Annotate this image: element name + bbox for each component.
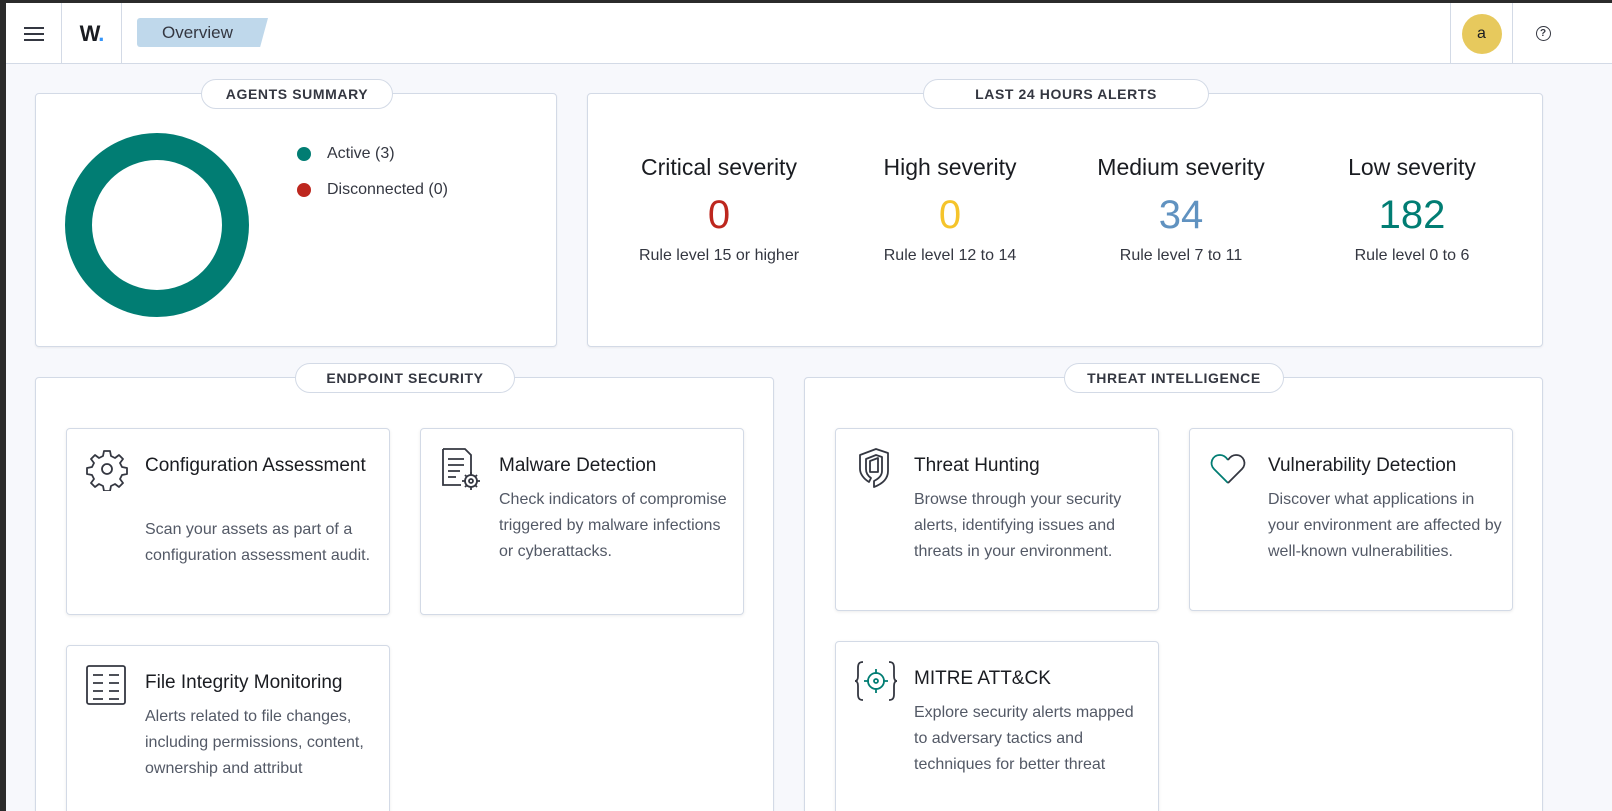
- stat-medium-title: Medium severity: [1097, 154, 1265, 180]
- app-window: W. Overview a ? AGENTS SUMMARY Active (3…: [6, 3, 1612, 811]
- agents-donut-chart[interactable]: [65, 133, 249, 317]
- help-button[interactable]: ?: [1513, 3, 1573, 64]
- endpoint-security-panel: ENDPOINT SECURITY Configuration Assessme…: [35, 363, 774, 811]
- legend-active[interactable]: Active (3): [297, 145, 395, 163]
- agents-summary-title: AGENTS SUMMARY: [201, 79, 393, 109]
- avatar[interactable]: a: [1461, 13, 1502, 54]
- help-icon: ?: [1535, 26, 1551, 41]
- logo[interactable]: W.: [62, 3, 122, 64]
- card-threat-hunting[interactable]: Threat Hunting Browse through your secur…: [835, 428, 1159, 611]
- stat-low-value[interactable]: 182: [1302, 191, 1522, 239]
- hamburger-icon: [23, 26, 44, 41]
- endpoint-security-title: ENDPOINT SECURITY: [295, 363, 515, 393]
- legend-disconnected[interactable]: Disconnected (0): [297, 181, 448, 199]
- logo-text: W: [79, 20, 100, 46]
- shield-icon: [859, 448, 889, 488]
- menu-button[interactable]: [6, 3, 62, 64]
- card-malware-detection-title: Malware Detection: [499, 455, 657, 476]
- stat-critical-title: Critical severity: [641, 154, 797, 180]
- list-icon: [86, 665, 126, 705]
- card-configuration-assessment-title: Configuration Assessment: [145, 455, 366, 476]
- heart-icon: [1210, 454, 1246, 484]
- stat-high[interactable]: High severity 0 Rule level 12 to 14: [840, 154, 1060, 265]
- card-configuration-assessment-desc: Scan your assets as part of a configurat…: [145, 521, 371, 564]
- user-menu[interactable]: a: [1450, 3, 1513, 64]
- stat-critical[interactable]: Critical severity 0 Rule level 15 or hig…: [609, 154, 829, 265]
- card-mitre-attack-title: MITRE ATT&CK: [914, 668, 1051, 689]
- active-dot-icon: [297, 147, 311, 161]
- document-gear-icon: [442, 448, 480, 490]
- card-file-integrity-monitoring-desc: Alerts related to file changes, includin…: [145, 708, 364, 777]
- stat-low-title: Low severity: [1348, 154, 1476, 180]
- gear-icon: [86, 450, 128, 491]
- threat-intelligence-title: THREAT INTELLIGENCE: [1064, 363, 1284, 393]
- legend-active-label: Active (3): [327, 145, 395, 162]
- threat-intelligence-panel: THREAT INTELLIGENCE Threat Hunting Brows…: [804, 363, 1543, 811]
- alerts-panel: LAST 24 HOURS ALERTS Critical severity 0…: [587, 79, 1543, 347]
- stat-low[interactable]: Low severity 182 Rule level 0 to 6: [1302, 154, 1522, 265]
- card-mitre-attack[interactable]: MITRE ATT&CK Explore security alerts map…: [835, 641, 1159, 811]
- stat-medium[interactable]: Medium severity 34 Rule level 7 to 11: [1071, 154, 1291, 265]
- logo-dot: .: [98, 20, 104, 46]
- stat-high-value[interactable]: 0: [840, 191, 1060, 239]
- card-file-integrity-monitoring[interactable]: File Integrity Monitoring Alerts related…: [66, 645, 390, 811]
- card-vulnerability-detection-title: Vulnerability Detection: [1268, 455, 1457, 476]
- stat-high-title: High severity: [883, 154, 1017, 180]
- stat-critical-value[interactable]: 0: [609, 191, 829, 239]
- card-malware-detection[interactable]: Malware Detection Check indicators of co…: [420, 428, 744, 615]
- card-vulnerability-detection-desc: Discover what applications in your envir…: [1268, 491, 1502, 560]
- card-file-integrity-monitoring-title: File Integrity Monitoring: [145, 672, 343, 693]
- alerts-title: LAST 24 HOURS ALERTS: [923, 79, 1209, 109]
- legend-disconnected-label: Disconnected (0): [327, 181, 448, 198]
- card-threat-hunting-desc: Browse through your security alerts, ide…: [914, 491, 1122, 560]
- target-braces-icon: [854, 661, 898, 701]
- stat-medium-value[interactable]: 34: [1071, 191, 1291, 239]
- breadcrumb-overview[interactable]: Overview: [137, 18, 268, 47]
- stat-low-desc: Rule level 0 to 6: [1354, 247, 1470, 264]
- disconnected-dot-icon: [297, 183, 311, 197]
- top-header: W. Overview a ?: [6, 3, 1612, 64]
- stat-medium-desc: Rule level 7 to 11: [1119, 247, 1243, 264]
- agents-summary-panel: AGENTS SUMMARY Active (3) Disconnected (…: [35, 79, 557, 347]
- card-mitre-attack-desc: Explore security alerts mapped to advers…: [914, 704, 1134, 773]
- card-vulnerability-detection[interactable]: Vulnerability Detection Discover what ap…: [1189, 428, 1513, 611]
- card-malware-detection-desc: Check indicators of compromise triggered…: [499, 491, 727, 560]
- stat-critical-desc: Rule level 15 or higher: [638, 247, 800, 264]
- card-configuration-assessment[interactable]: Configuration Assessment Scan your asset…: [66, 428, 390, 615]
- card-threat-hunting-title: Threat Hunting: [914, 455, 1040, 476]
- stat-high-desc: Rule level 12 to 14: [883, 247, 1017, 264]
